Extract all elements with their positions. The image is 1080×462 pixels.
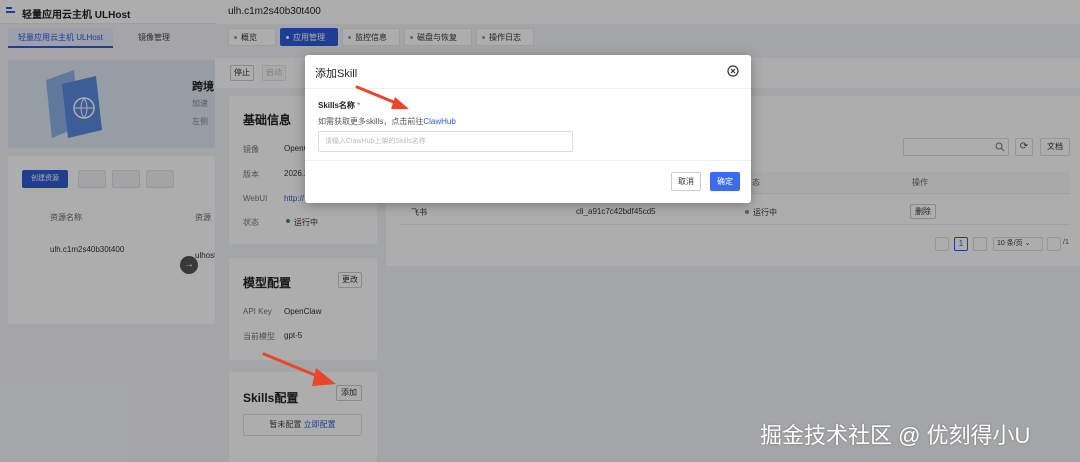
modal-title: 添加Skill (315, 68, 358, 80)
annotation-arrow-icon (355, 85, 409, 109)
field-hint: 如需获取更多skills，点击前往ClawHub (318, 116, 456, 127)
hint-text: 如需获取更多skills，点击前往 (318, 117, 424, 126)
cancel-button[interactable]: 取消 (671, 172, 701, 191)
label-text: Skills名称 (318, 101, 355, 110)
annotation-arrow-icon (262, 352, 336, 386)
skills-name-label: Skills名称 * (318, 100, 360, 111)
close-icon[interactable] (727, 65, 739, 77)
divider (305, 160, 751, 161)
clawhub-link[interactable]: ClawHub (423, 117, 455, 126)
skill-name-input[interactable] (318, 131, 573, 152)
watermark: 掘金技术社区 @ 优刻得小U (760, 423, 1031, 448)
confirm-button[interactable]: 确定 (710, 172, 740, 191)
